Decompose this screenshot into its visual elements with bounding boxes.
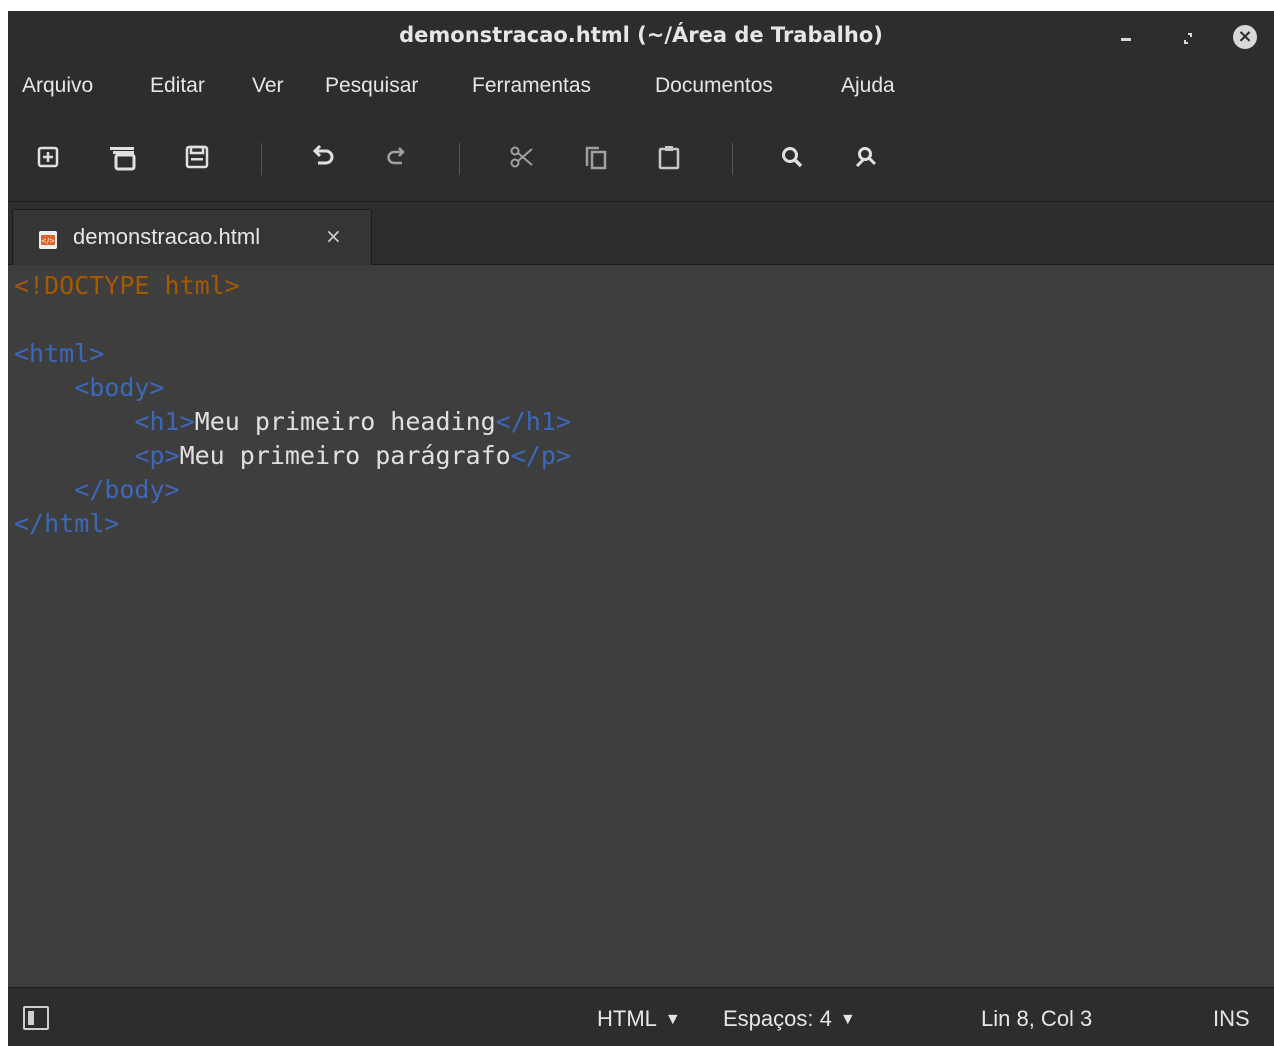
language-selector[interactable]: HTML ▼ [597, 1006, 681, 1032]
indent-label: Espaços: 4 [723, 1006, 832, 1031]
toolbar-separator [261, 143, 262, 175]
copy-button[interactable] [578, 139, 614, 175]
open-document-button[interactable] [105, 139, 141, 175]
cut-icon [510, 146, 533, 168]
tag-token: </body> [74, 475, 180, 504]
tag-token: </p> [510, 441, 571, 470]
new-document-button[interactable] [30, 139, 66, 175]
tab-demonstracao[interactable]: </> demonstracao.html × [12, 209, 372, 265]
code-line-1: <!DOCTYPE html> [14, 269, 240, 303]
tag-token: <p> [134, 441, 180, 470]
minimize-icon [1121, 38, 1131, 41]
minimize-button[interactable] [1113, 25, 1139, 51]
indent-selector[interactable]: Espaços: 4 ▼ [723, 1006, 856, 1032]
paste-icon [658, 146, 680, 170]
menu-ferramentas[interactable]: Ferramentas [472, 74, 591, 98]
menu-arquivo[interactable]: Arquivo [22, 74, 93, 98]
menu-pesquisar[interactable]: Pesquisar [325, 74, 418, 98]
code-line-7: </body> [14, 473, 180, 507]
tab-bar: </> demonstracao.html × [8, 202, 1274, 265]
toolbar-separator [459, 143, 460, 175]
text-token: Meu primeiro parágrafo [179, 441, 511, 470]
html-file-icon: </> [39, 231, 57, 249]
redo-icon [387, 147, 405, 165]
menu-documentos[interactable]: Documentos [655, 74, 773, 98]
maximize-icon [1184, 33, 1192, 44]
replace-button[interactable] [848, 139, 884, 175]
maximize-button[interactable] [1175, 25, 1201, 51]
search-button[interactable] [774, 139, 810, 175]
toolbar [8, 131, 1274, 187]
menu-ajuda[interactable]: Ajuda [841, 74, 895, 98]
tag-token: <body> [74, 373, 165, 402]
search-icon [782, 147, 803, 168]
cut-button[interactable] [504, 139, 540, 175]
menu-editar[interactable]: Editar [150, 74, 205, 98]
open-document-icon [110, 147, 136, 171]
chevron-down-icon: ▼ [839, 1011, 856, 1028]
tag-token: <html> [14, 339, 105, 368]
code-line-3: <html> [14, 337, 104, 371]
menu-bar: Arquivo Editar Ver Pesquisar Ferramentas… [8, 71, 1274, 111]
status-bar: HTML ▼ Espaços: 4 ▼ Lin 8, Col 3 INS [8, 987, 1274, 1046]
text-token: Meu primeiro heading [194, 407, 496, 436]
undo-button[interactable] [306, 139, 342, 175]
code-line-6: <p>Meu primeiro parágrafo</p> [14, 439, 571, 473]
save-icon [185, 145, 209, 169]
editor-window: demonstracao.html (~/Área de Trabalho) ×… [8, 11, 1274, 1046]
menu-ver[interactable]: Ver [252, 74, 284, 98]
insert-mode[interactable]: INS [1213, 1006, 1250, 1032]
title-bar: demonstracao.html (~/Área de Trabalho) × [8, 11, 1274, 65]
redo-button[interactable] [378, 139, 414, 175]
code-line-5: <h1>Meu primeiro heading</h1> [14, 405, 571, 439]
window-title: demonstracao.html (~/Área de Trabalho) [399, 23, 883, 47]
chevron-down-icon: ▼ [664, 1011, 681, 1028]
side-panel-toggle-icon[interactable] [23, 1006, 49, 1030]
tab-label: demonstracao.html [73, 224, 261, 249]
tab-close-button[interactable]: × [325, 224, 342, 248]
tag-token: <h1> [134, 407, 195, 436]
code-line-4: <body> [14, 371, 165, 405]
copy-icon [585, 146, 607, 170]
code-editor[interactable]: <!DOCTYPE html> <html> <body> <h1>Meu pr… [8, 265, 1274, 987]
toolbar-separator [732, 143, 733, 175]
svg-text:</>: </> [41, 237, 55, 245]
tag-token: </h1> [495, 407, 571, 436]
replace-icon [855, 147, 877, 168]
undo-icon [312, 144, 334, 165]
language-label: HTML [597, 1006, 657, 1031]
code-line-8: </html> [14, 507, 119, 541]
paste-button[interactable] [651, 139, 687, 175]
close-window-button[interactable]: × [1233, 25, 1259, 51]
close-icon: × [1233, 25, 1257, 49]
save-button[interactable] [179, 139, 215, 175]
doctype-token: <!DOCTYPE html> [14, 271, 240, 300]
cursor-position[interactable]: Lin 8, Col 3 [981, 1006, 1092, 1032]
tag-token: </html> [14, 509, 120, 538]
new-document-icon [37, 146, 59, 168]
